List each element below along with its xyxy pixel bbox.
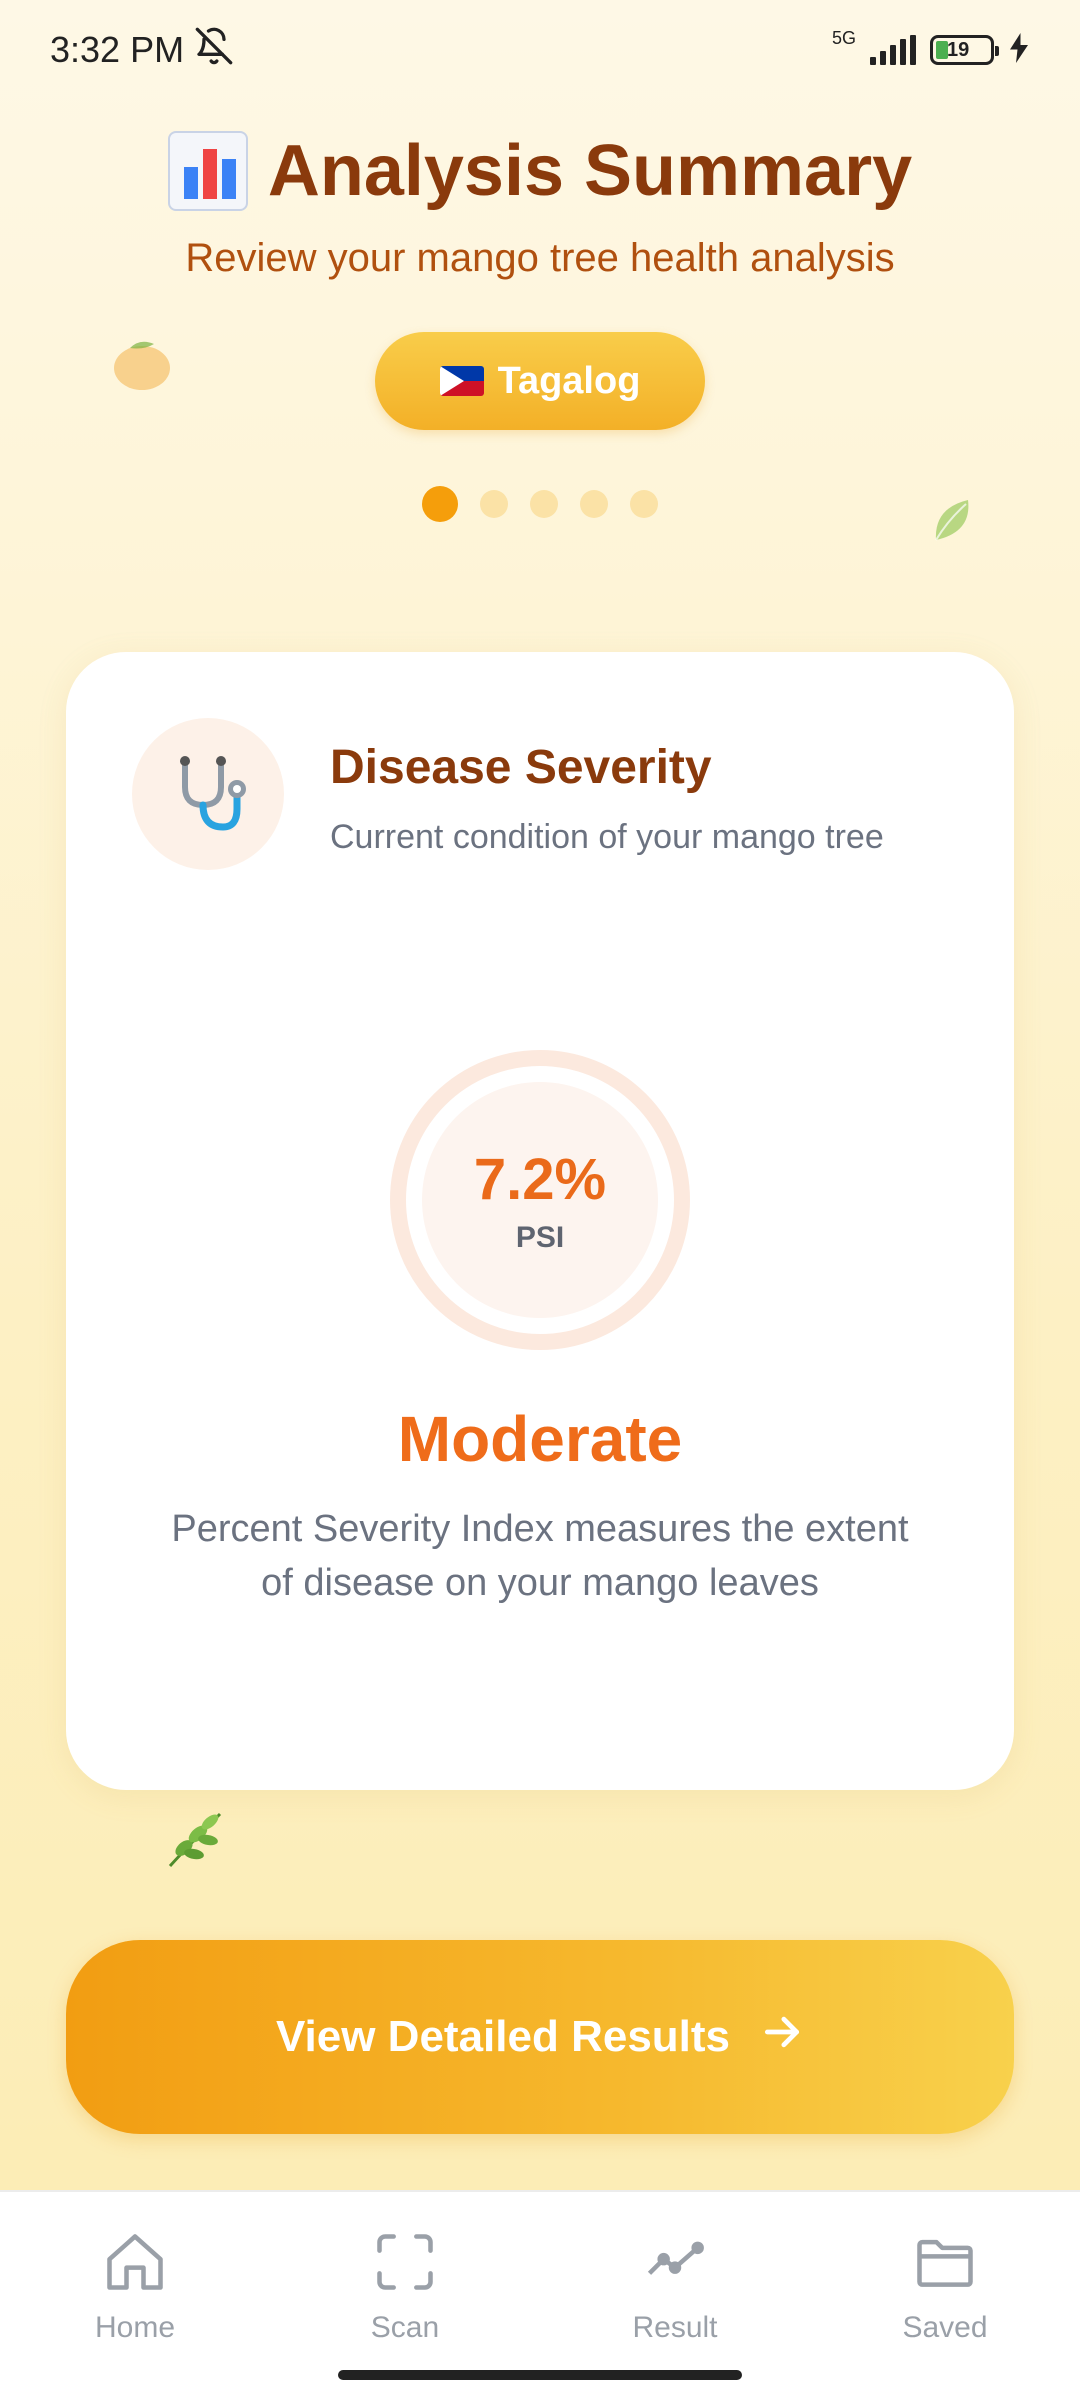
- psi-value: 7.2%: [473, 1146, 607, 1212]
- page-header: Analysis Summary: [0, 130, 1080, 212]
- page-subtitle: Review your mango tree health analysis: [185, 236, 895, 280]
- language-label: Tagalog: [497, 359, 641, 402]
- philippines-flag-icon: [439, 366, 484, 396]
- page-title: Analysis Summary: [267, 131, 913, 211]
- herb-icon: [160, 1804, 230, 1874]
- folder-icon: [911, 2228, 979, 2301]
- severity-description: Percent Severity Index measures the exte…: [171, 1508, 909, 1604]
- trend-line-icon: [641, 2228, 709, 2301]
- severity-level: Moderate: [397, 1403, 683, 1475]
- nav-item-scan[interactable]: Scan: [305, 2192, 505, 2400]
- bell-off-icon: [194, 26, 234, 75]
- nav-item-result[interactable]: Result: [575, 2192, 775, 2400]
- nav-label-result: Result: [632, 2311, 718, 2344]
- home-icon: [101, 2228, 169, 2301]
- psi-gauge: 7.2% PSI: [390, 1050, 690, 1350]
- nav-item-saved[interactable]: Saved: [845, 2192, 1045, 2400]
- bar-chart-icon: [167, 131, 248, 211]
- bottom-nav: Home Scan Result Saved: [0, 2190, 1080, 2400]
- page-dot-5[interactable]: [630, 490, 658, 518]
- arrow-right-icon: [760, 2010, 804, 2065]
- nav-label-saved: Saved: [902, 2311, 988, 2344]
- page-dot-2[interactable]: [480, 490, 508, 518]
- page-dot-4[interactable]: [580, 490, 608, 518]
- status-bar: 3:32 PM 5G 19: [0, 0, 1080, 100]
- nav-item-home[interactable]: Home: [35, 2192, 235, 2400]
- card-subtitle: Current condition of your mango tree: [330, 818, 884, 856]
- view-detailed-results-button[interactable]: View Detailed Results: [66, 1940, 1014, 2134]
- psi-label: PSI: [515, 1220, 565, 1254]
- disease-severity-card: Disease Severity Current condition of yo…: [66, 652, 1014, 1790]
- charging-icon: [1008, 32, 1030, 68]
- battery-icon: 19: [930, 35, 999, 65]
- signal-icon: [870, 35, 916, 65]
- language-button[interactable]: Tagalog: [375, 332, 705, 430]
- cta-label: View Detailed Results: [275, 2012, 731, 2061]
- card-title: Disease Severity: [330, 741, 712, 794]
- status-time: 3:32 PM: [50, 29, 185, 70]
- status-right: 5G 19: [832, 28, 1030, 68]
- scan-icon: [371, 2228, 439, 2301]
- nav-label-home: Home: [94, 2311, 176, 2344]
- battery-level: 19: [947, 38, 970, 61]
- stethoscope-icon: [132, 718, 284, 870]
- page-dot-1[interactable]: [422, 486, 458, 522]
- leaf-icon: [928, 490, 978, 546]
- nav-label-scan: Scan: [370, 2311, 440, 2344]
- status-left: 3:32 PM: [50, 26, 234, 75]
- network-label: 5G: [831, 27, 856, 48]
- pagination-dots: [0, 486, 1080, 522]
- page-dot-3[interactable]: [530, 490, 558, 518]
- mango-icon: [110, 336, 172, 392]
- home-indicator[interactable]: [338, 2370, 742, 2380]
- psi-gauge-inner: 7.2% PSI: [422, 1082, 658, 1318]
